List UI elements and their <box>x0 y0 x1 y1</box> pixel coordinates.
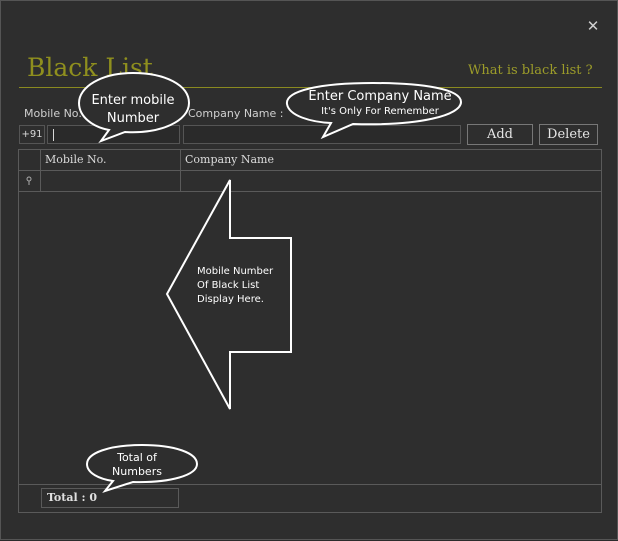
total-callout-line2: Numbers <box>112 465 162 478</box>
arrow-callout-line2: Of Black List <box>197 280 260 291</box>
arrow-callout-line3: Display Here. <box>197 294 264 305</box>
arrow-callout-text: Mobile Number Of Black List Display Here… <box>197 265 289 307</box>
company-input[interactable] <box>183 125 461 144</box>
arrow-callout-line1: Mobile Number <box>197 266 274 277</box>
black-list-window: ✕ Black List What is black list ? Mobile… <box>0 0 618 540</box>
column-header-mobile[interactable]: Mobile No. <box>40 150 180 170</box>
total-count: Total : 0 <box>41 488 179 508</box>
mobile-callout-line1: Enter mobile <box>91 93 175 108</box>
mobile-label: Mobile No. : <box>24 107 90 120</box>
column-header-company[interactable]: Company Name <box>180 150 600 170</box>
what-is-black-list-link[interactable]: What is black list ? <box>468 63 593 78</box>
company-callout-line1: Enter Company Name <box>308 89 452 104</box>
mobile-callout-line2: Number <box>106 111 160 126</box>
company-callout-line2: It's Only For Remember <box>321 106 439 117</box>
new-row-icon <box>19 171 40 191</box>
new-row-company-cell[interactable] <box>181 171 601 191</box>
company-label: Company Name : <box>188 107 284 120</box>
close-icon[interactable]: ✕ <box>584 17 602 35</box>
window-title: Black List <box>27 53 153 82</box>
company-callout-text: Enter Company Name It's Only For Remembe… <box>299 89 461 119</box>
total-callout-line1: Total of <box>117 451 157 464</box>
new-row-mobile-cell[interactable] <box>40 171 180 191</box>
grid-divider <box>19 484 601 485</box>
add-button[interactable]: Add <box>467 124 533 145</box>
title-divider <box>19 87 602 88</box>
mobile-callout-text: Enter mobile Number <box>85 92 181 128</box>
delete-button[interactable]: Delete <box>539 124 598 145</box>
text-cursor <box>53 129 54 141</box>
country-code: +91 <box>19 125 45 144</box>
grid-divider <box>19 191 601 192</box>
total-callout-text: Total of Numbers <box>97 451 177 479</box>
